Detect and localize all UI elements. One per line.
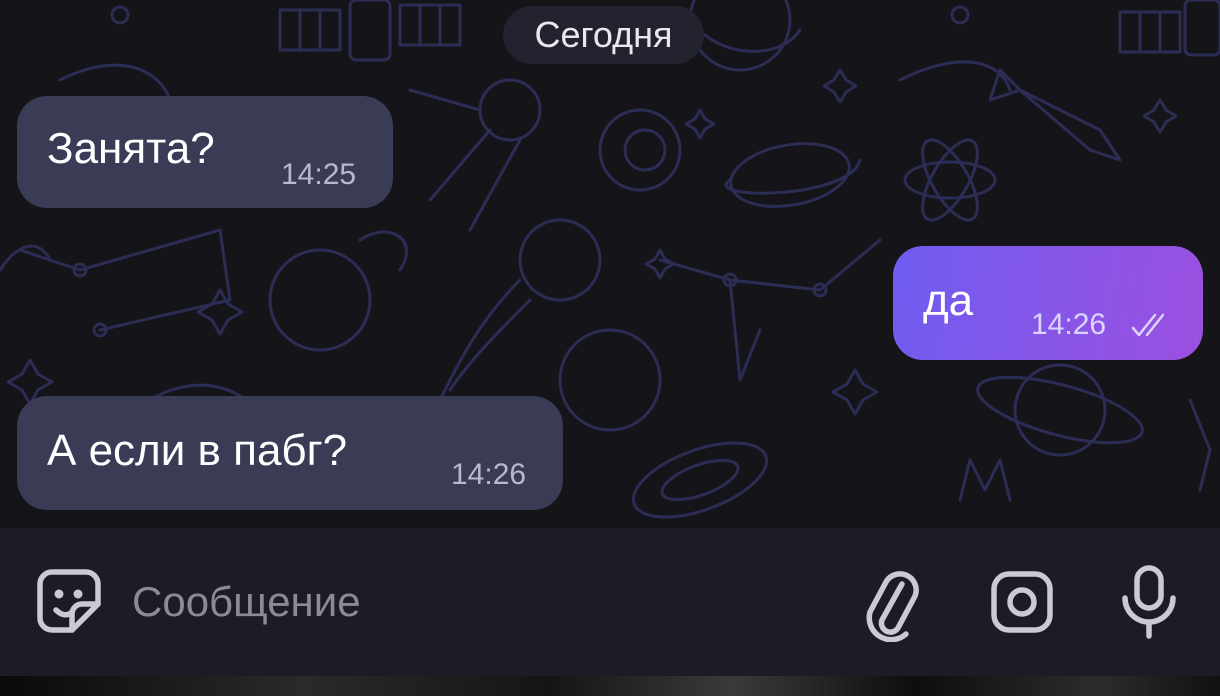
- chat-area[interactable]: Сегодня Занята? 14:25 да 14:26 А если в …: [0, 0, 1220, 528]
- message-bubble-incoming[interactable]: Занята? 14:25: [17, 96, 393, 208]
- message-composer: [0, 528, 1220, 676]
- message-bubble-incoming[interactable]: А если в пабг? 14:26: [17, 396, 563, 510]
- message-time: 14:25: [281, 158, 357, 191]
- message-input[interactable]: [118, 566, 718, 638]
- read-checkmarks-icon: [1131, 313, 1165, 337]
- sticker-icon[interactable]: [34, 566, 104, 636]
- date-separator: Сегодня: [503, 6, 704, 64]
- message-text: А если в пабг?: [47, 426, 348, 475]
- camera-icon[interactable]: [990, 570, 1054, 634]
- paperclip-icon[interactable]: [860, 562, 920, 642]
- keyboard-edge: [0, 676, 1220, 696]
- message-bubble-outgoing[interactable]: да 14:26: [893, 246, 1203, 360]
- microphone-icon[interactable]: [1117, 564, 1181, 640]
- message-text: Занята?: [47, 124, 215, 173]
- message-time: 14:26: [451, 458, 527, 491]
- message-text: да: [923, 276, 974, 325]
- satellite-doodle: [278, 0, 462, 62]
- message-time: 14:26: [1031, 308, 1107, 341]
